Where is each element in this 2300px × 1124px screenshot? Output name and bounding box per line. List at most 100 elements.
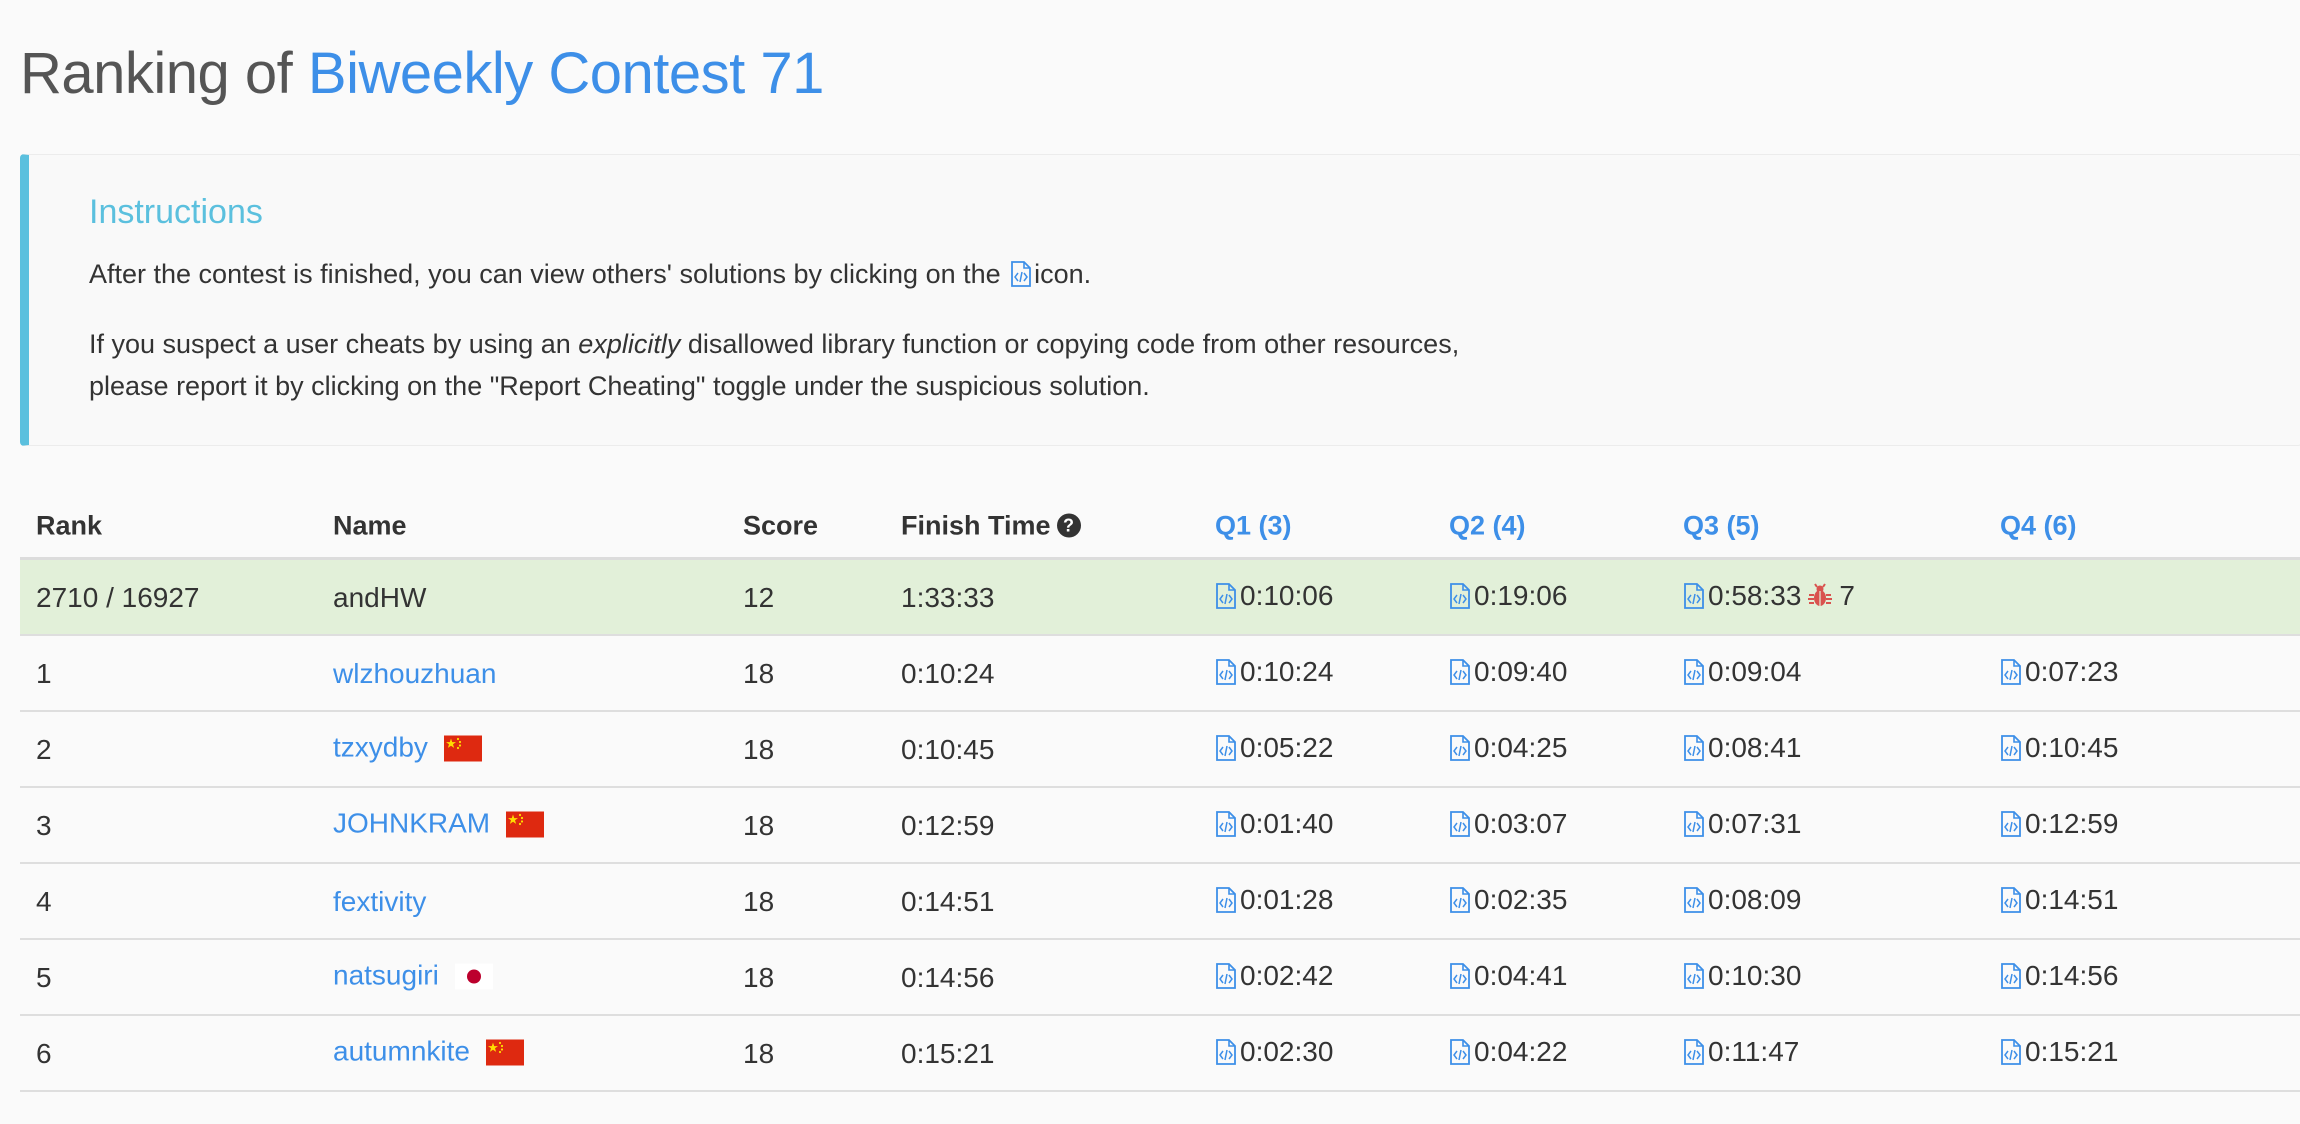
q2-cell: 0:19:06 (1449, 580, 1567, 616)
bug-icon (1807, 583, 1833, 616)
q4-cell: 0:10:45 (2000, 732, 2118, 768)
contest-link[interactable]: Biweekly Contest 71 (308, 41, 824, 106)
code-file-icon[interactable] (1449, 887, 1471, 920)
code-file-icon[interactable] (2000, 887, 2022, 920)
instructions-paragraph-2: If you suspect a user cheats by using an… (89, 323, 1459, 407)
name-cell: autumnkite (333, 1036, 524, 1073)
q1-time: 0:01:40 (1240, 808, 1334, 839)
code-file-icon[interactable] (1449, 1039, 1471, 1072)
q2-cell: 0:04:22 (1449, 1036, 1567, 1072)
ranking-table: Rank Name Score Finish Time? Q1 (3) Q2 (… (20, 494, 2300, 1092)
china-flag (506, 811, 545, 845)
china-flag (443, 735, 482, 769)
q3-cell: 0:08:41 (1683, 732, 1801, 768)
code-file-icon[interactable] (1449, 659, 1471, 692)
ranking-rows: 1 wlzhouzhuan 18 0:10:24 0:10:24 0:09:40… (20, 636, 2300, 1092)
flag-slot (470, 1036, 524, 1067)
q3-time: 0:58:33 (1708, 580, 1802, 611)
wrong-submission-count: 7 (1839, 580, 1855, 611)
q3-cell: 0:07:31 (1683, 808, 1801, 844)
code-file-icon[interactable] (1215, 583, 1237, 616)
q1-cell: 0:10:06 (1215, 580, 1333, 616)
table-row: 4 fextivity 18 0:14:51 0:01:28 0:02:35 0… (20, 864, 2300, 940)
code-file-icon[interactable] (1449, 583, 1471, 616)
q3-cell: 0:09:04 (1683, 656, 1801, 692)
user-name-link[interactable]: autumnkite (333, 1036, 470, 1067)
question-circle-icon[interactable]: ? (1056, 513, 1081, 538)
code-file-icon[interactable] (1215, 963, 1237, 996)
q1-cell: 0:02:30 (1215, 1036, 1333, 1072)
q3-time: 0:07:31 (1708, 808, 1802, 839)
q1-cell: 0:10:24 (1215, 656, 1333, 692)
q4-time: 0:10:45 (2025, 732, 2119, 763)
code-file-icon[interactable] (1215, 659, 1237, 692)
code-file-icon[interactable] (2000, 811, 2022, 844)
user-name-link[interactable]: wlzhouzhuan (333, 658, 496, 689)
q3-time: 0:10:30 (1708, 960, 1802, 991)
flag-slot (428, 732, 482, 763)
q3-time: 0:08:09 (1708, 884, 1802, 915)
q3-cell: 0:58:33 7 (1683, 580, 1855, 616)
header-q1[interactable]: Q1 (3) (1215, 511, 1292, 542)
score-cell: 18 (743, 658, 775, 689)
code-file-icon[interactable] (2000, 735, 2022, 768)
code-file-icon[interactable] (1683, 887, 1705, 920)
code-file-icon[interactable] (1683, 583, 1705, 616)
flag-slot (439, 960, 493, 991)
q2-cell: 0:04:25 (1449, 732, 1567, 768)
code-file-icon[interactable] (1449, 811, 1471, 844)
page-title: Ranking of Biweekly Contest 71 (20, 38, 824, 110)
header-rank: Rank (36, 510, 103, 541)
header-q4[interactable]: Q4 (6) (2000, 511, 2077, 542)
user-name-link[interactable]: JOHNKRAM (333, 808, 490, 839)
rank-cell: 4 (36, 886, 52, 917)
code-file-icon[interactable] (1683, 811, 1705, 844)
title-prefix: Ranking of (20, 41, 308, 106)
table-row: 5 natsugiri 18 0:14:56 0:02:42 0:04:41 0… (20, 940, 2300, 1016)
code-file-icon[interactable] (2000, 659, 2022, 692)
name-cell: wlzhouzhuan (333, 658, 496, 690)
name-cell: tzxydby (333, 732, 482, 769)
q4-cell: 0:07:23 (2000, 656, 2118, 692)
score-cell: 12 (743, 582, 775, 613)
table-row: 2 tzxydby 18 0:10:45 0:05:22 0:04:25 0:0… (20, 712, 2300, 788)
code-file-icon[interactable] (1683, 1039, 1705, 1072)
code-file-icon[interactable] (1683, 659, 1705, 692)
finish-time-cell: 0:10:45 (901, 734, 995, 765)
q1-time: 0:01:28 (1240, 884, 1334, 915)
table-row: 1 wlzhouzhuan 18 0:10:24 0:10:24 0:09:40… (20, 636, 2300, 712)
q3-time: 0:08:41 (1708, 732, 1802, 763)
user-name-link[interactable]: fextivity (333, 886, 426, 917)
instructions-text: disallowed library function or copying c… (680, 329, 1460, 359)
q1-time: 0:02:42 (1240, 960, 1334, 991)
japan-flag (454, 963, 493, 997)
q3-cell: 0:10:30 (1683, 960, 1801, 996)
q4-time: 0:15:21 (2025, 1036, 2119, 1067)
q1-time: 0:10:06 (1240, 580, 1334, 611)
code-file-icon[interactable] (1449, 735, 1471, 768)
q2-cell: 0:03:07 (1449, 808, 1567, 844)
code-file-icon[interactable] (1683, 963, 1705, 996)
user-name-link[interactable]: tzxydby (333, 732, 428, 763)
code-file-icon[interactable] (2000, 1039, 2022, 1072)
code-file-icon[interactable] (1215, 735, 1237, 768)
q3-cell: 0:08:09 (1683, 884, 1801, 920)
code-file-icon[interactable] (1215, 811, 1237, 844)
user-name-link[interactable]: natsugiri (333, 960, 439, 991)
q1-time: 0:05:22 (1240, 732, 1334, 763)
instructions-text: After the contest is finished, you can v… (89, 259, 1001, 289)
q3-time: 0:09:04 (1708, 656, 1802, 687)
my-ranking-row: 2710 / 16927 andHW 12 1:33:33 0:10:06 0:… (20, 560, 2300, 636)
code-file-icon[interactable] (1449, 963, 1471, 996)
finish-time-cell: 0:14:51 (901, 886, 995, 917)
code-file-icon[interactable] (2000, 963, 2022, 996)
name-cell: JOHNKRAM (333, 808, 545, 845)
score-cell: 18 (743, 962, 775, 993)
code-file-icon[interactable] (1683, 735, 1705, 768)
header-q2[interactable]: Q2 (4) (1449, 511, 1526, 542)
code-file-icon[interactable] (1215, 887, 1237, 920)
header-q3[interactable]: Q3 (5) (1683, 511, 1760, 542)
code-file-icon (1010, 257, 1032, 299)
q2-time: 0:04:22 (1474, 1036, 1568, 1067)
code-file-icon[interactable] (1215, 1039, 1237, 1072)
